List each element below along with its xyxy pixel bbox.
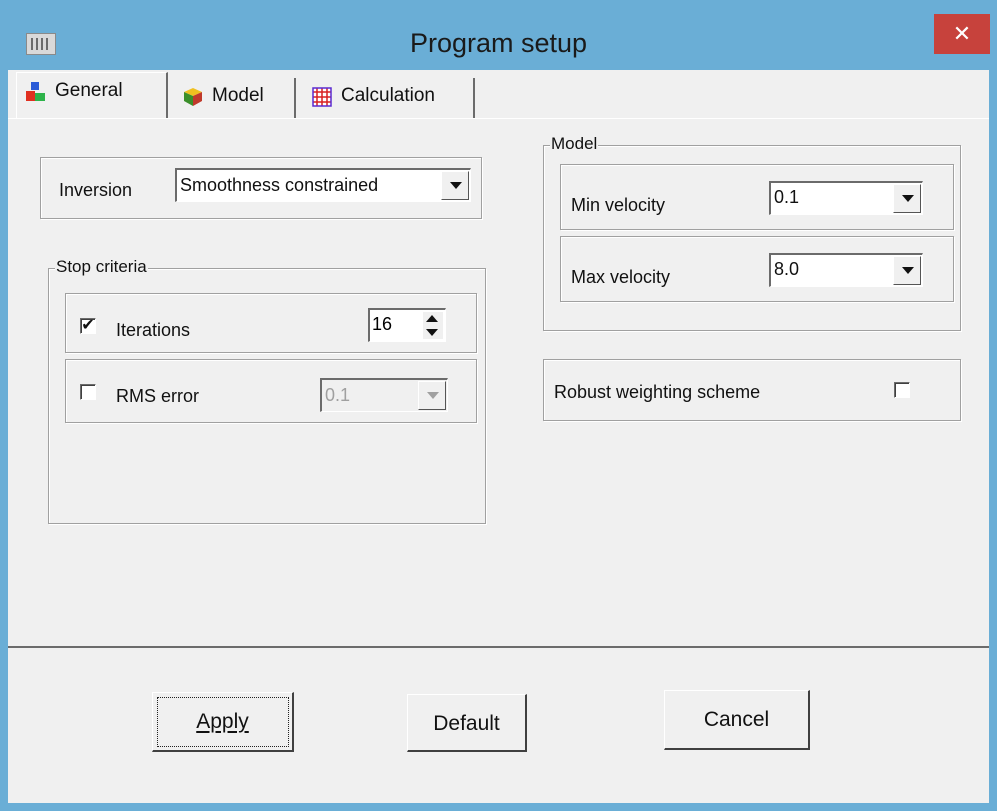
inversion-label: Inversion — [59, 180, 133, 200]
spin-down-icon[interactable] — [426, 329, 438, 336]
inversion-value: Smoothness constrained — [180, 175, 379, 195]
tab-model-label: Model — [212, 85, 264, 106]
max-velocity-select[interactable]: 8.0 — [769, 253, 923, 287]
tab-strip: General Model Calculation — [8, 70, 989, 120]
tab-general[interactable]: General — [16, 72, 168, 118]
min-velocity-label: Min velocity — [571, 195, 666, 215]
apply-button-label: Apply — [196, 710, 249, 733]
cancel-button[interactable]: Cancel — [664, 690, 810, 750]
inversion-dropdown-arrow-icon[interactable] — [441, 171, 469, 200]
rms-error-select[interactable]: 0.1 — [320, 378, 448, 412]
model-group: Model Min velocity 0.1 Max velocity 8.0 — [543, 134, 961, 331]
min-velocity-select[interactable]: 0.1 — [769, 181, 923, 215]
default-button[interactable]: Default — [407, 694, 527, 752]
max-velocity-label: Max velocity — [571, 267, 671, 287]
robust-weighting-checkbox[interactable] — [894, 382, 910, 398]
program-setup-window: Program setup ✕ General Model Calculatio… — [0, 0, 997, 811]
title-bar[interactable]: Program setup ✕ — [0, 0, 997, 70]
cube-icon — [182, 85, 204, 107]
spinner-buttons[interactable] — [423, 312, 443, 339]
max-velocity-dropdown-arrow-icon[interactable] — [893, 256, 921, 285]
max-velocity-value: 8.0 — [774, 259, 800, 279]
iterations-row: ✔ Iterations 16 — [65, 293, 477, 353]
dialog-client-area: General Model Calculation Inversion Smoo… — [8, 70, 989, 803]
default-button-label: Default — [433, 712, 500, 735]
model-group-title: Model — [550, 134, 599, 154]
robust-weighting-label: Robust weighting scheme — [554, 382, 761, 402]
close-button[interactable]: ✕ — [934, 14, 990, 54]
rms-error-label: RMS error — [116, 386, 200, 406]
tab-calculation-label: Calculation — [341, 85, 435, 106]
rms-error-checkbox[interactable] — [80, 384, 96, 400]
min-velocity-value: 0.1 — [774, 187, 800, 207]
iterations-value: 16 — [372, 314, 393, 334]
blocks-icon — [25, 80, 47, 102]
stop-criteria-group: Stop criteria ✔ Iterations 16 RMS error — [48, 257, 486, 524]
tab-model[interactable]: Model — [174, 78, 296, 118]
apply-button[interactable]: Apply — [152, 692, 294, 752]
rms-error-dropdown-arrow-icon[interactable] — [418, 381, 446, 410]
cancel-button-label: Cancel — [703, 708, 770, 731]
max-velocity-row: Max velocity 8.0 — [560, 236, 954, 302]
inversion-group: Inversion Smoothness constrained — [40, 157, 482, 219]
inversion-select[interactable]: Smoothness constrained — [175, 168, 471, 202]
min-velocity-dropdown-arrow-icon[interactable] — [893, 184, 921, 213]
tab-calculation[interactable]: Calculation — [303, 78, 475, 118]
window-title: Program setup — [409, 28, 588, 58]
tab-general-label: General — [55, 80, 123, 101]
iterations-spinner[interactable]: 16 — [368, 308, 446, 342]
iterations-checkbox[interactable]: ✔ — [80, 318, 96, 334]
rms-error-value: 0.1 — [325, 385, 351, 405]
stop-criteria-title: Stop criteria — [55, 257, 148, 277]
iterations-label: Iterations — [116, 320, 191, 340]
rms-error-row: RMS error 0.1 — [65, 359, 477, 423]
grid-icon — [311, 85, 333, 107]
min-velocity-row: Min velocity 0.1 — [560, 164, 954, 230]
robust-weighting-group: Robust weighting scheme — [543, 359, 961, 421]
spin-up-icon[interactable] — [426, 315, 438, 322]
general-tab-panel: Inversion Smoothness constrained Stop cr… — [8, 118, 989, 648]
